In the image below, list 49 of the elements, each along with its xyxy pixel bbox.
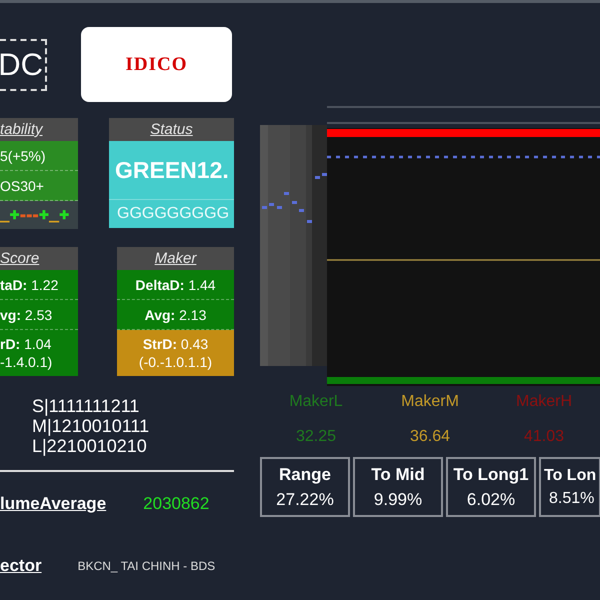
signal-code: M|1210010111 (32, 416, 150, 436)
price-point (292, 201, 297, 204)
card-title: Maker (154, 250, 196, 267)
stat-value: taD: 1.22 (0, 276, 58, 294)
stat-value: OS30+ (0, 176, 44, 194)
metric-label: To Mid (371, 464, 425, 484)
price-point (284, 192, 289, 195)
stat-value: 5(+5%) (0, 146, 46, 164)
sector-value: BKCN_ TAI CHINH - BDS (78, 559, 216, 573)
metric-label: To Long1 (453, 464, 529, 484)
maker-label: MakerH (516, 392, 572, 412)
price-point (322, 173, 327, 176)
trend-pattern: _+---+_+ (0, 206, 70, 224)
stat-range: (-0.-1.0.1.1) (138, 353, 212, 371)
status-value: GREEN12. (109, 141, 234, 200)
stat-value: StrD: 0.43 (142, 335, 208, 353)
status-code: GGGGGGGGG (116, 204, 230, 224)
stat-value: rD: 1.04 (0, 335, 52, 353)
maker-value: 36.64 (410, 427, 450, 447)
metric-label: Range (279, 464, 331, 484)
stat-value: Avg: 2.13 (144, 306, 206, 324)
price-point (299, 209, 304, 212)
price-point (277, 206, 282, 209)
card-title: tability (0, 121, 43, 138)
card-title: Status (150, 121, 193, 138)
maker-value: 41.03 (524, 427, 564, 447)
volume-value: 2030862 (143, 494, 210, 514)
stat-range: -1.4.0.1) (0, 353, 52, 371)
metric-value: 27.22% (276, 490, 334, 510)
maker-label: MakerL (289, 392, 343, 412)
price-point (262, 206, 267, 209)
metric-label: To Lon (544, 466, 596, 484)
price-point (307, 220, 312, 223)
price-point (315, 176, 320, 179)
stat-value: vg: 2.53 (0, 306, 52, 324)
maker-value: 32.25 (296, 427, 336, 447)
maker-label: MakerM (401, 392, 459, 412)
metric-value: 9.99% (374, 490, 422, 510)
volume-label: lumeAverage (0, 494, 106, 514)
card-title: Score (0, 250, 40, 267)
signal-code: S|1111111211 (32, 396, 140, 416)
company-logo: IDICO (81, 27, 232, 102)
price-point (269, 203, 274, 206)
sector-label: ector (0, 556, 42, 576)
signal-code: L|2210010210 (32, 436, 148, 456)
ticker-badge: DC (0, 38, 47, 90)
metric-value: 6.02% (466, 490, 516, 510)
stat-value: DeltaD: 1.44 (135, 276, 216, 294)
metric-value: 8.51% (548, 490, 594, 508)
